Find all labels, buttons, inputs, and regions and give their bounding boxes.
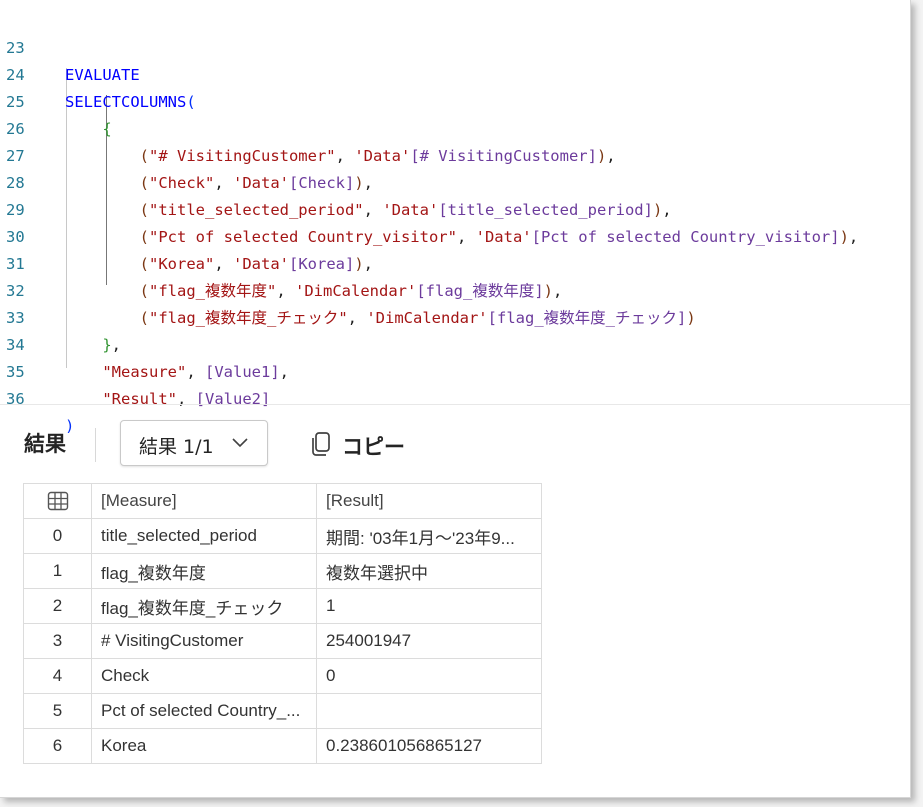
code-line: 35 "Result", [Value2]	[0, 332, 910, 408]
copy-icon	[312, 432, 330, 456]
table-row: 0 title_selected_period 期間: '03年1月～'23年9…	[23, 518, 542, 554]
code-line: 34 "Measure", [Value1],	[0, 305, 910, 381]
code-line: 30 ("Korea", 'Data'[Korea]),	[0, 197, 910, 273]
measure-cell[interactable]: Check	[91, 658, 317, 694]
code-line: 27 ("Check", 'Data'[Check]),	[0, 116, 910, 192]
table-grid-icon	[47, 492, 68, 511]
row-index: 4	[23, 658, 92, 694]
code-line: 32 ("flag_複数年度_チェック", 'DimCalendar'[flag…	[0, 251, 910, 327]
result-cell[interactable]: 254001947	[316, 623, 542, 659]
table-row: 6 Korea 0.238601056865127	[23, 728, 542, 764]
code-line: 31 ("flag_複数年度", 'DimCalendar'[flag_複数年度…	[0, 224, 910, 300]
column-header-result[interactable]: [Result]	[316, 483, 542, 519]
measure-cell[interactable]: # VisitingCustomer	[91, 623, 317, 659]
result-cell[interactable]: 複数年選択中	[316, 553, 542, 589]
table-header-row: [Measure] [Result]	[23, 483, 542, 519]
results-table: [Measure] [Result] 0 title_selected_peri…	[23, 483, 542, 764]
code-line: 24 SELECTCOLUMNS(	[0, 35, 910, 111]
measure-cell[interactable]: Korea	[91, 728, 317, 764]
code-line: 26 ("# VisitingCustomer", 'Data'[# Visit…	[0, 89, 910, 165]
chevron-down-icon	[232, 438, 248, 448]
measure-cell[interactable]: flag_複数年度_チェック	[91, 588, 317, 624]
table-row: 4 Check 0	[23, 658, 542, 694]
copy-label: コピー	[342, 435, 405, 459]
table-row: 2 flag_複数年度_チェック 1	[23, 588, 542, 624]
editor-results-divider	[0, 404, 910, 405]
dax-query-window: 23 EVALUATE 24 SELECTCOLUMNS( 25 { 26 ("…	[0, 0, 911, 798]
code-line: 28 ("title_selected_period", 'Data'[titl…	[0, 143, 910, 219]
code-line: 23 EVALUATE	[0, 8, 910, 84]
result-cell[interactable]: 0.238601056865127	[316, 728, 542, 764]
dropdown-label: 結果 1/1	[139, 436, 214, 458]
result-cell[interactable]: 1	[316, 588, 542, 624]
column-header-measure[interactable]: [Measure]	[91, 483, 317, 519]
result-cell[interactable]: 0	[316, 658, 542, 694]
result-cell[interactable]: 期間: '03年1月～'23年9...	[316, 518, 542, 554]
code-line: 25 {	[0, 62, 910, 138]
code-editor[interactable]: 23 EVALUATE 24 SELECTCOLUMNS( 25 { 26 ("…	[0, 8, 910, 435]
line-number: 36	[6, 390, 25, 408]
row-index: 1	[23, 553, 92, 589]
row-index: 6	[23, 728, 92, 764]
header-divider	[95, 428, 96, 462]
row-index: 5	[23, 693, 92, 729]
code-line: 33 },	[0, 278, 910, 354]
result-cell[interactable]	[316, 693, 542, 729]
row-index: 0	[23, 518, 92, 554]
table-row: 3 # VisitingCustomer 254001947	[23, 623, 542, 659]
row-index: 3	[23, 623, 92, 659]
row-index: 2	[23, 588, 92, 624]
result-set-dropdown[interactable]: 結果 1/1	[120, 420, 268, 466]
measure-cell[interactable]: flag_複数年度	[91, 553, 317, 589]
table-row: 1 flag_複数年度 複数年選択中	[23, 553, 542, 589]
code-line: 29 ("Pct of selected Country_visitor", '…	[0, 170, 910, 246]
measure-cell[interactable]: Pct of selected Country_...	[91, 693, 317, 729]
results-title: 結果	[24, 432, 66, 456]
table-row: 5 Pct of selected Country_...	[23, 693, 542, 729]
result-ref: [Value2]	[195, 390, 271, 408]
code-line: 36 )	[0, 359, 910, 435]
result-alias: "Result"	[102, 390, 177, 408]
select-all-cell[interactable]	[23, 483, 92, 519]
measure-cell[interactable]: title_selected_period	[91, 518, 317, 554]
